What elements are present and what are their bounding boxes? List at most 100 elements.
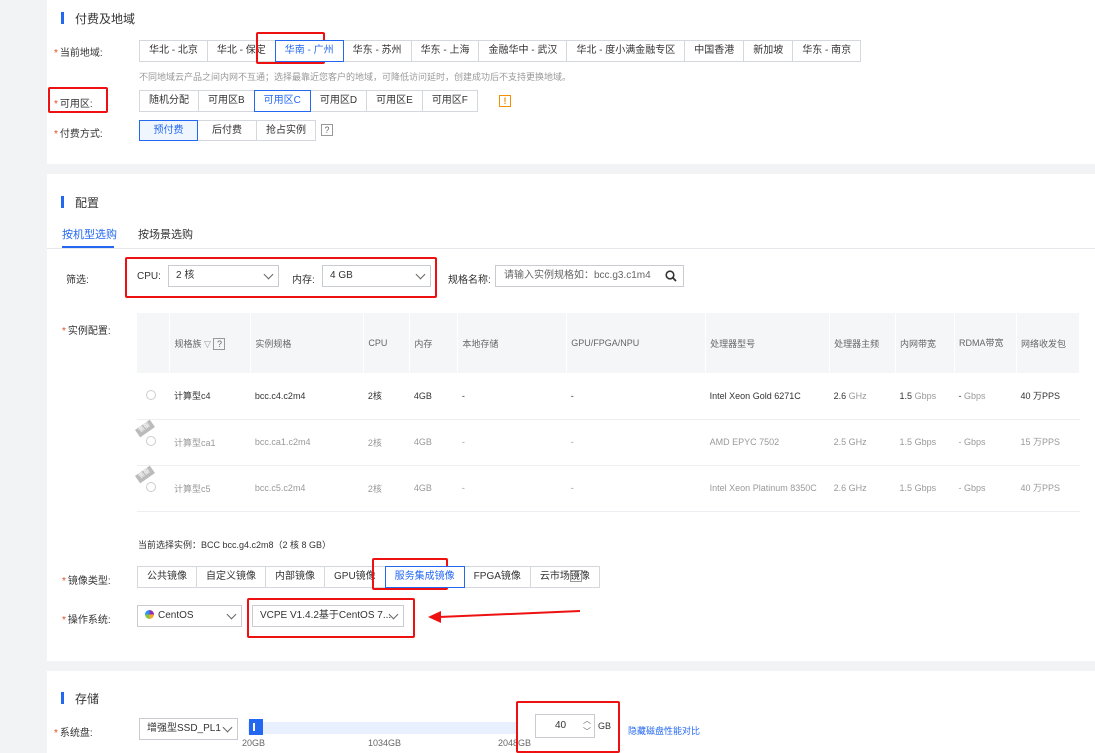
- col-cpu: CPU: [363, 313, 411, 373]
- os-label: * 操作系统:: [62, 615, 111, 626]
- col-processor: 处理器型号: [705, 313, 831, 373]
- image-help-icon[interactable]: ?: [570, 570, 582, 582]
- billing-section-title: 付费及地域: [60, 12, 136, 26]
- config-image_types-option[interactable]: 内部镜像: [265, 566, 325, 588]
- row-spec: bcc.c4.c2m4: [254, 390, 306, 401]
- row-radio[interactable]: [146, 482, 156, 492]
- disk-size-slider[interactable]: [248, 722, 518, 734]
- spec-search-input[interactable]: 请输入实例规格如：bcc.g3.c1m4: [495, 265, 684, 287]
- config-image_types-option[interactable]: 公共镜像: [137, 566, 197, 588]
- cpu-select[interactable]: 2 核: [168, 265, 279, 287]
- filter-icon[interactable]: ▽: [204, 339, 211, 349]
- table-row[interactable]: 售罄 计算型ca1 bcc.ca1.c2m4 2核 4GB - - AMD EPYC 7502…: [135, 419, 1080, 466]
- chevron-down-icon: [226, 609, 237, 620]
- config-image_types-option[interactable]: FPGA镜像: [463, 566, 531, 588]
- tick-label: 1034GB: [368, 738, 402, 748]
- tab-by-model[interactable]: 按机型选购: [62, 226, 117, 242]
- row-rdma-unit: Gbps: [964, 390, 986, 401]
- row-freq-unit: GHz: [848, 483, 867, 493]
- row-storage: -: [461, 437, 465, 447]
- billing-regions-option[interactable]: 中国香港: [684, 40, 745, 62]
- billing-regions-option[interactable]: 金融华中 - 武汉: [478, 40, 568, 62]
- chevron-down-icon: [263, 269, 274, 280]
- row-processor: Intel Xeon Gold 6271C: [709, 390, 801, 401]
- billing-pay_options-option[interactable]: 预付费: [139, 120, 198, 141]
- row-bw-unit: Gbps: [914, 483, 937, 493]
- config-image_types-option[interactable]: 云市场镜像: [529, 566, 600, 588]
- billing-regions-option[interactable]: 新加坡: [743, 40, 794, 62]
- os-version-select[interactable]: VCPE V1.4.2基于CentOS 7...: [252, 605, 404, 627]
- billing-zones-option[interactable]: 随机分配: [139, 90, 199, 112]
- billing-zones-option[interactable]: 可用区B: [198, 90, 255, 112]
- tab-by-scenario[interactable]: 按场景选购: [138, 226, 193, 242]
- row-storage: -: [461, 390, 465, 401]
- disk-compare-link[interactable]: 隐藏磁盘性能对比: [628, 724, 700, 737]
- row-freq: 2.5: [833, 437, 847, 447]
- row-rdma: -: [958, 437, 962, 447]
- pay-help-icon[interactable]: ?: [321, 124, 333, 136]
- increment-icon[interactable]: ︿: [583, 715, 591, 726]
- billing-pay_options-option[interactable]: 后付费: [197, 120, 257, 141]
- os-select[interactable]: CentOS: [137, 605, 242, 627]
- storage-section-title: 存储: [60, 692, 100, 706]
- config-image_types-option[interactable]: 服务集成镜像: [384, 566, 465, 588]
- billing-zones-option[interactable]: 可用区D: [309, 90, 368, 112]
- col-storage: 本地存储: [457, 313, 568, 373]
- row-radio[interactable]: [146, 389, 156, 400]
- disk-size-unit: GB: [598, 721, 612, 731]
- zone-warning-icon[interactable]: !: [499, 95, 511, 107]
- billing-pay_options-option[interactable]: 抢占实例: [256, 120, 316, 141]
- col-freq: 处理器主频: [829, 313, 897, 373]
- row-freq: 2.6: [833, 390, 847, 401]
- disk-type-select[interactable]: 增强型SSD_PL1: [139, 718, 238, 740]
- row-bw-unit: Gbps: [914, 437, 937, 447]
- row-pps: 15 万PPS: [1020, 437, 1060, 447]
- pay-label: * 付费方式:: [54, 129, 103, 140]
- row-rdma: -: [958, 483, 962, 493]
- row-freq-unit: GHz: [848, 437, 867, 447]
- billing-regions-option[interactable]: 华北 - 北京: [139, 40, 208, 62]
- col-gpu: GPU/FPGA/NPU: [566, 313, 707, 373]
- current-selection-text: 当前选择实例：BCC bcc.g4.c2m8（2 核 8 GB）: [138, 540, 332, 550]
- tick-label: 2048GB: [498, 738, 532, 748]
- spec-name-label: 规格名称:: [448, 275, 491, 286]
- config-image_types-option[interactable]: 自定义镜像: [196, 566, 266, 588]
- slider-handle[interactable]: [249, 719, 263, 735]
- row-freq: 2.6: [833, 483, 847, 493]
- search-icon[interactable]: [665, 270, 677, 282]
- table-header-row: 规格族 ▽ ? 实例规格 CPU 内存 本地存储 GPU/FPGA/NPU 处理…: [137, 313, 1081, 373]
- table-row[interactable]: 售罄 计算型c5 bcc.c5.c2m4 2核 4GB - - Intel Xeon Plat…: [135, 465, 1080, 512]
- billing-regions-option[interactable]: 华北 - 保定: [206, 40, 276, 62]
- row-rdma-unit: Gbps: [964, 437, 986, 447]
- disk-size-input[interactable]: 40 ︿ ﹀: [535, 714, 595, 738]
- row-cpu: 2核: [367, 391, 382, 402]
- billing-regions-option[interactable]: 华东 - 南京: [792, 40, 862, 62]
- decrement-icon[interactable]: ﹀: [583, 726, 591, 737]
- filter-label: 筛选:: [66, 275, 89, 286]
- billing-zones-option[interactable]: 可用区F: [421, 90, 478, 112]
- chevron-down-icon: [415, 269, 426, 280]
- region-hint: 不同地域云产品之间内网不互通；选择最靠近您客户的地域，可降低访问延时，创建成功后…: [139, 72, 572, 82]
- system-disk-label: * 系统盘:: [54, 728, 93, 739]
- table-row[interactable]: 计算型c4 bcc.c4.c2m4 2核 4GB - - Intel Xeon Gold 6…: [137, 373, 1080, 420]
- family-help-icon[interactable]: ?: [213, 337, 226, 350]
- row-bw: 1.5: [899, 483, 913, 493]
- cpu-filter-label: CPU:: [137, 271, 161, 282]
- billing-regions-option[interactable]: 华北 - 度小满金融专区: [566, 40, 686, 62]
- billing-regions-option[interactable]: 华东 - 苏州: [342, 40, 412, 62]
- row-gpu: -: [570, 390, 574, 401]
- col-spec: 实例规格: [250, 313, 365, 373]
- centos-logo-icon: [145, 610, 154, 619]
- image-type-label: * 镜像类型:: [62, 576, 111, 587]
- billing-regions-option[interactable]: 华南 - 广州: [274, 40, 344, 62]
- row-radio[interactable]: [146, 436, 156, 446]
- billing-zones-option[interactable]: 可用区C: [253, 90, 311, 112]
- col-bandwidth: 内网带宽: [895, 313, 955, 373]
- row-gpu: -: [570, 437, 574, 447]
- row-pps: 40 万PPS: [1020, 390, 1060, 401]
- mem-select[interactable]: 4 GB: [322, 265, 431, 287]
- billing-zones-option[interactable]: 可用区E: [366, 90, 423, 112]
- config-image_types-option[interactable]: GPU镜像: [324, 566, 386, 588]
- billing-regions-option[interactable]: 华东 - 上海: [410, 40, 480, 62]
- row-freq-unit: GHz: [848, 390, 867, 401]
